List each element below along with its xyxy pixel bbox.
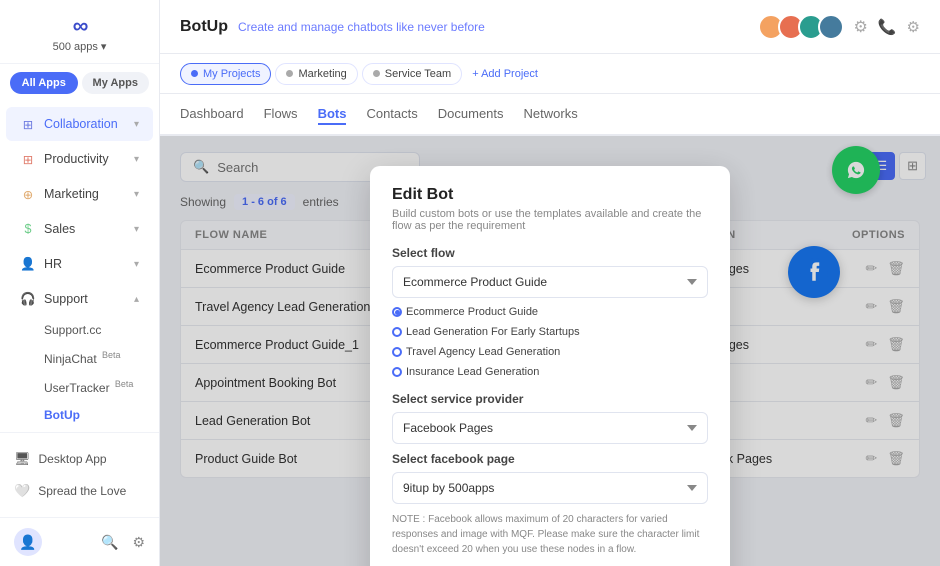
modal-note: NOTE : Facebook allows maximum of 20 cha… <box>392 512 708 557</box>
sidebar-item-botup[interactable]: BotUp <box>34 402 153 428</box>
team-avatars <box>758 14 844 40</box>
sidebar-item-supportcc[interactable]: Support.cc <box>34 317 153 343</box>
beta-badge: Beta <box>102 350 121 360</box>
tab-dot <box>373 70 380 77</box>
radio-option-0[interactable]: Ecommerce Product Guide <box>392 306 538 318</box>
desktop-label: Desktop App <box>39 452 107 466</box>
more-options-icon[interactable]: ⚙ <box>854 17 868 37</box>
bots-content: ☰ ⊞ 🔍 Showing 1 - 6 of 6 entries FLOW NA… <box>160 136 940 566</box>
tab-flows[interactable]: Flows <box>264 106 298 125</box>
sidebar-item-label: HR <box>44 257 126 271</box>
chevron-icon: ▴ <box>134 294 139 305</box>
sidebar-item-label: Sales <box>44 222 126 236</box>
chevron-icon: ▾ <box>134 154 139 165</box>
sidebar-item-label: Productivity <box>44 152 126 166</box>
edit-bot-modal: Edit Bot Build custom bots or use the te… <box>370 166 730 566</box>
all-apps-tab[interactable]: All Apps <box>10 72 78 94</box>
select-provider-label: Select service provider <box>392 392 708 406</box>
project-tab-myprojects[interactable]: My Projects <box>180 63 271 85</box>
sidebar-user-footer: 👤 🔍 ⚙ <box>0 517 159 566</box>
logo-symbol: ∞ <box>73 13 87 39</box>
modal-title: Edit Bot <box>392 186 708 204</box>
select-fb-label: Select facebook page <box>392 452 708 466</box>
monitor-icon: 🖥 <box>14 451 31 467</box>
select-flow-label: Select flow <box>392 246 708 260</box>
chevron-icon: ▾ <box>134 189 139 200</box>
heart-icon: 🤍 <box>14 483 30 499</box>
dollar-icon: $ <box>20 221 36 237</box>
app-subtitle: Create and manage chatbots like never be… <box>238 20 485 34</box>
avatar <box>818 14 844 40</box>
sidebar: ∞ 500 apps ▾ All Apps My Apps ⊞ Collabor… <box>0 0 160 566</box>
logo-area: ∞ 500 apps ▾ <box>0 0 159 64</box>
chevron-icon: ▾ <box>134 119 139 130</box>
sidebar-item-label: Marketing <box>44 187 126 201</box>
tab-dashboard[interactable]: Dashboard <box>180 106 244 125</box>
radio-dot <box>392 327 402 337</box>
add-project-button[interactable]: + Add Project <box>472 68 538 80</box>
chevron-icon: ▾ <box>134 224 139 235</box>
select-fb-dropdown[interactable]: 9itup by 500apps <box>392 472 708 504</box>
apps-dropdown[interactable]: 500 apps ▾ <box>53 40 107 53</box>
sidebar-tabs: All Apps My Apps <box>0 64 159 102</box>
project-tabs-bar: My Projects Marketing Service Team + Add… <box>160 54 940 94</box>
modal-overlay: Edit Bot Build custom bots or use the te… <box>160 136 940 566</box>
select-provider-dropdown[interactable]: Facebook Pages <box>392 412 708 444</box>
tab-networks[interactable]: Networks <box>524 106 578 125</box>
sidebar-item-label: Support <box>44 292 126 306</box>
project-tab-serviceteam[interactable]: Service Team <box>362 63 462 85</box>
grid-icon: ⊞ <box>20 116 36 132</box>
tab-bots[interactable]: Bots <box>318 106 347 125</box>
radio-dot <box>392 367 402 377</box>
sidebar-item-label: Collaboration <box>44 117 126 131</box>
gear-icon[interactable]: ⚙ <box>907 18 920 36</box>
support-submenu: Support.cc NinjaChat Beta UserTracker Be… <box>0 317 159 428</box>
radio-option-2[interactable]: Travel Agency Lead Generation <box>392 346 560 358</box>
app-title: BotUp <box>180 18 228 36</box>
sidebar-item-support[interactable]: 🎧 Support ▴ <box>6 282 153 316</box>
app-header: BotUp Create and manage chatbots like ne… <box>160 0 940 54</box>
person-icon: 👤 <box>20 256 36 272</box>
radio-option-1[interactable]: Lead Generation For Early Startups <box>392 326 580 338</box>
sidebar-item-collaboration[interactable]: ⊞ Collaboration ▾ <box>6 107 153 141</box>
logo-icon: ∞ <box>62 16 98 36</box>
sidebar-item-spread-love[interactable]: 🤍 Spread the Love <box>0 475 159 507</box>
beta-badge: Beta <box>115 379 134 389</box>
sidebar-item-hr[interactable]: 👤 HR ▾ <box>6 247 153 281</box>
select-flow-dropdown[interactable]: Ecommerce Product Guide <box>392 266 708 298</box>
headset-icon: 🎧 <box>20 291 36 307</box>
user-avatar[interactable]: 👤 <box>14 528 42 556</box>
my-apps-tab[interactable]: My Apps <box>82 72 150 94</box>
tab-dot <box>286 70 293 77</box>
main-content: BotUp Create and manage chatbots like ne… <box>160 0 940 566</box>
sidebar-footer-items: 🖥 Desktop App 🤍 Spread the Love <box>0 432 159 517</box>
search-footer-icon[interactable]: 🔍 <box>101 534 118 551</box>
spread-love-label: Spread the Love <box>38 484 126 498</box>
phone-icon[interactable]: 📞 <box>878 18 897 36</box>
tab-documents[interactable]: Documents <box>438 106 504 125</box>
radio-dot <box>392 307 402 317</box>
sidebar-item-productivity[interactable]: ⊞ Productivity ▾ <box>6 142 153 176</box>
flow-radio-group: Ecommerce Product Guide Lead Generation … <box>392 306 708 378</box>
sidebar-item-desktop[interactable]: 🖥 Desktop App <box>0 443 159 475</box>
radio-option-3[interactable]: Insurance Lead Generation <box>392 366 539 378</box>
sidebar-item-ninjachat[interactable]: NinjaChat Beta <box>34 344 153 372</box>
modal-subtitle: Build custom bots or use the templates a… <box>392 208 708 232</box>
sidebar-item-marketing[interactable]: ⊕ Marketing ▾ <box>6 177 153 211</box>
sidebar-item-sales[interactable]: $ Sales ▾ <box>6 212 153 246</box>
grid-icon: ⊞ <box>20 151 36 167</box>
sidebar-item-usertracker[interactable]: UserTracker Beta <box>34 373 153 401</box>
settings-icon[interactable]: ⚙ <box>132 534 145 551</box>
tab-contacts[interactable]: Contacts <box>366 106 417 125</box>
project-tab-marketing[interactable]: Marketing <box>275 63 357 85</box>
main-nav-tabs: Dashboard Flows Bots Contacts Documents … <box>160 94 940 136</box>
sidebar-nav: ⊞ Collaboration ▾ ⊞ Productivity ▾ ⊕ Mar… <box>0 102 159 432</box>
radio-dot <box>392 347 402 357</box>
tab-dot <box>191 70 198 77</box>
tag-icon: ⊕ <box>20 186 36 202</box>
chevron-icon: ▾ <box>134 259 139 270</box>
